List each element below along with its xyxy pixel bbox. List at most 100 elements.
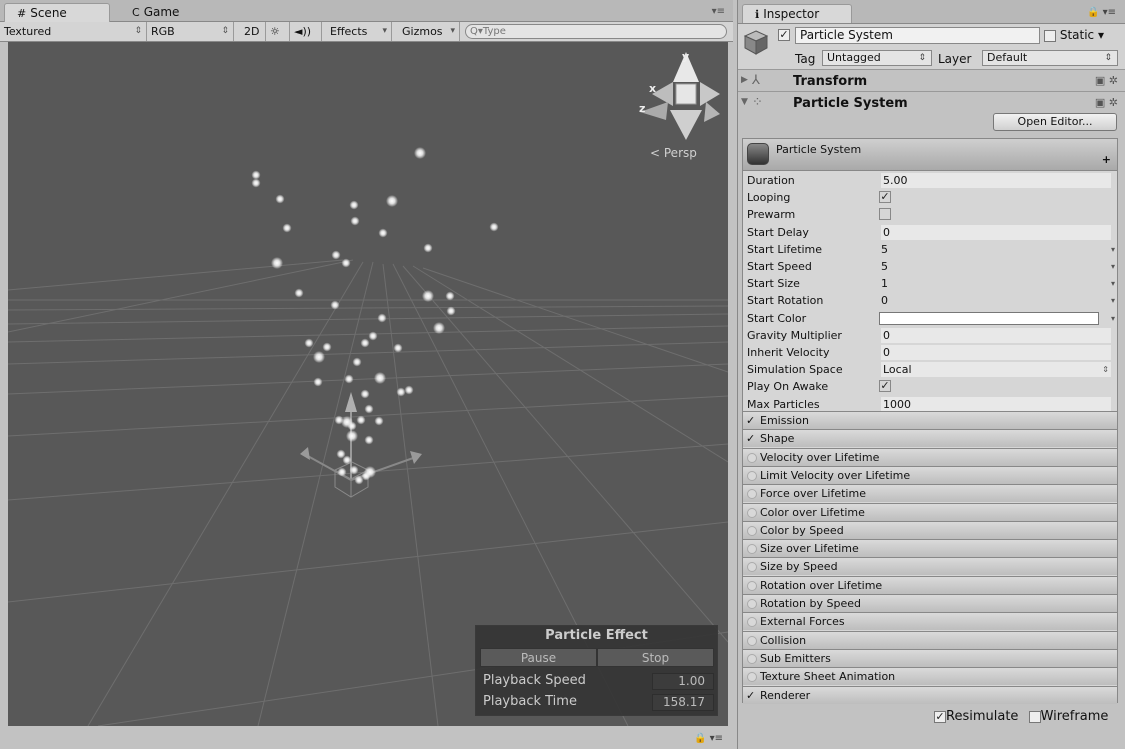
module-row[interactable]: Rotation by Speed [743, 594, 1117, 612]
property-value-field[interactable]: 1 [881, 276, 1111, 291]
module-row[interactable]: Texture Sheet Animation [743, 667, 1117, 686]
property-value-field[interactable]: 1000 [881, 396, 1111, 412]
particle [423, 243, 433, 253]
module-disabled-indicator-icon[interactable] [747, 562, 757, 573]
module-enabled-checkmark-icon[interactable]: ✓ [746, 687, 755, 704]
scene-viewport[interactable]: y x z < Persp [8, 42, 728, 726]
module-disabled-indicator-icon[interactable] [747, 544, 757, 555]
property-value-field[interactable]: 5 [881, 259, 1111, 274]
ps-module-header[interactable]: Particle System + [743, 139, 1117, 171]
module-row[interactable]: Force over Lifetime [743, 484, 1117, 503]
inspector-lock-icon[interactable]: 🔒 ▾≡ [1087, 7, 1116, 18]
module-row[interactable]: Color by Speed [743, 520, 1117, 539]
module-disabled-indicator-icon[interactable] [747, 653, 757, 664]
static-toggle[interactable]: Static ▾ [1044, 28, 1104, 42]
property-value-field[interactable]: 0 [881, 345, 1111, 360]
render-mode-value: RGB [151, 25, 175, 38]
property-value-field[interactable]: Local [881, 362, 1111, 378]
property-checkbox[interactable]: ✓ [879, 380, 891, 393]
resimulate-checkbox[interactable]: ✓ [934, 710, 946, 723]
component-settings-icon[interactable]: ▣ ✲ [1095, 74, 1118, 87]
module-row[interactable]: ✓ Renderer [743, 685, 1117, 704]
module-row[interactable]: Collision [743, 630, 1117, 649]
module-disabled-indicator-icon[interactable] [747, 672, 757, 683]
stop-button[interactable]: Stop [597, 648, 714, 667]
particle [445, 291, 455, 301]
tab-scene[interactable]: # Scene [4, 3, 110, 22]
module-row[interactable]: Color over Lifetime [743, 502, 1117, 521]
object-name-field[interactable]: Particle System [795, 27, 1040, 44]
active-checkbox[interactable]: ✓ [778, 29, 790, 41]
2d-toggle[interactable]: 2D [240, 22, 266, 41]
lighting-toggle[interactable]: ☼ [266, 22, 290, 41]
module-label: Size over Lifetime [760, 542, 859, 556]
transform-component-header[interactable]: ▶ ⅄ Transform ▣ ✲ [738, 71, 1125, 92]
property-checkbox[interactable]: ✓ [879, 191, 891, 204]
module-disabled-indicator-icon[interactable] [747, 489, 757, 500]
particle [393, 343, 403, 353]
property-label: Gravity Multiplier [747, 328, 842, 342]
add-module-icon[interactable]: + [1102, 153, 1111, 166]
module-row[interactable]: ✓ Emission [743, 411, 1117, 429]
module-disabled-indicator-icon[interactable] [747, 452, 757, 463]
property-label: Prewarm [747, 208, 796, 222]
playback-time-field[interactable]: 158.17 [652, 694, 714, 711]
curve-mode-dropdown-icon[interactable]: ▾ [1111, 292, 1115, 309]
particle [342, 455, 352, 465]
particle [313, 377, 323, 387]
shading-dropdown[interactable]: Textured ⇕ [0, 22, 147, 41]
curve-mode-dropdown-icon[interactable]: ▾ [1111, 241, 1115, 258]
ps-settings-icon[interactable]: ▣ ✲ [1095, 96, 1118, 109]
fold-right-icon[interactable]: ▶ [741, 75, 748, 85]
module-disabled-indicator-icon[interactable] [747, 617, 757, 628]
module-disabled-indicator-icon[interactable] [747, 525, 757, 536]
curve-mode-dropdown-icon[interactable]: ▾ [1111, 275, 1115, 292]
curve-mode-dropdown-icon[interactable]: ▾ [1111, 310, 1115, 327]
layer-dropdown[interactable]: Default ⇕ [982, 50, 1118, 66]
perspective-label[interactable]: < Persp [650, 146, 697, 160]
module-row[interactable]: Rotation over Lifetime [743, 575, 1117, 594]
panel-menu-icon[interactable]: ▾≡ [712, 6, 725, 17]
property-value-field[interactable]: 0 [881, 224, 1111, 240]
pause-button[interactable]: Pause [480, 648, 597, 667]
module-enabled-checkmark-icon[interactable]: ✓ [746, 430, 755, 447]
tab-game[interactable]: C Game [120, 3, 220, 22]
tag-dropdown[interactable]: Untagged ⇕ [822, 50, 932, 66]
module-row[interactable]: Size over Lifetime [743, 539, 1117, 558]
module-disabled-indicator-icon[interactable] [747, 580, 757, 591]
module-row[interactable]: External Forces [743, 612, 1117, 631]
start-color-swatch[interactable] [879, 311, 1099, 325]
module-disabled-indicator-icon[interactable] [747, 507, 757, 518]
particle [251, 178, 261, 188]
module-row[interactable]: Velocity over Lifetime [743, 447, 1117, 466]
module-enabled-checkmark-icon[interactable]: ✓ [746, 412, 755, 429]
static-dropdown-icon[interactable]: ▾ [1098, 28, 1104, 42]
wireframe-checkbox[interactable] [1028, 710, 1041, 723]
scene-search-input[interactable]: Q▾Type [465, 24, 727, 39]
render-mode-dropdown[interactable]: RGB ⇕ [147, 22, 234, 41]
open-editor-button[interactable]: Open Editor... [993, 113, 1117, 131]
gizmos-dropdown[interactable]: Gizmos ▾ [398, 22, 460, 41]
module-row[interactable]: Limit Velocity over Lifetime [743, 465, 1117, 484]
property-value-field[interactable]: 0 [881, 293, 1111, 308]
module-disabled-indicator-icon[interactable] [747, 599, 757, 609]
effects-dropdown[interactable]: Effects ▾ [326, 22, 392, 41]
lock-icon[interactable]: 🔒 ▾≡ [694, 733, 723, 744]
curve-mode-dropdown-icon[interactable]: ▾ [1111, 258, 1115, 275]
static-checkbox[interactable] [1044, 29, 1056, 42]
fold-down-icon[interactable]: ▼ [741, 97, 748, 107]
tab-inspector[interactable]: ℹ Inspector [742, 4, 852, 23]
property-checkbox[interactable] [879, 208, 891, 221]
module-row[interactable]: Sub Emitters [743, 648, 1117, 667]
playback-speed-field[interactable]: 1.00 [652, 673, 714, 690]
orientation-gizmo[interactable]: y x z [639, 50, 720, 140]
module-disabled-indicator-icon[interactable] [747, 470, 757, 481]
module-disabled-indicator-icon[interactable] [747, 635, 757, 646]
property-value-field[interactable]: 5.00 [881, 173, 1111, 188]
property-value-field[interactable]: 5 [881, 242, 1111, 257]
property-label: Start Size [747, 277, 800, 291]
property-value-field[interactable]: 0 [881, 327, 1111, 343]
audio-toggle[interactable]: ◄)) [290, 22, 322, 41]
module-row[interactable]: ✓ Shape [743, 429, 1117, 448]
module-row[interactable]: Size by Speed [743, 557, 1117, 576]
